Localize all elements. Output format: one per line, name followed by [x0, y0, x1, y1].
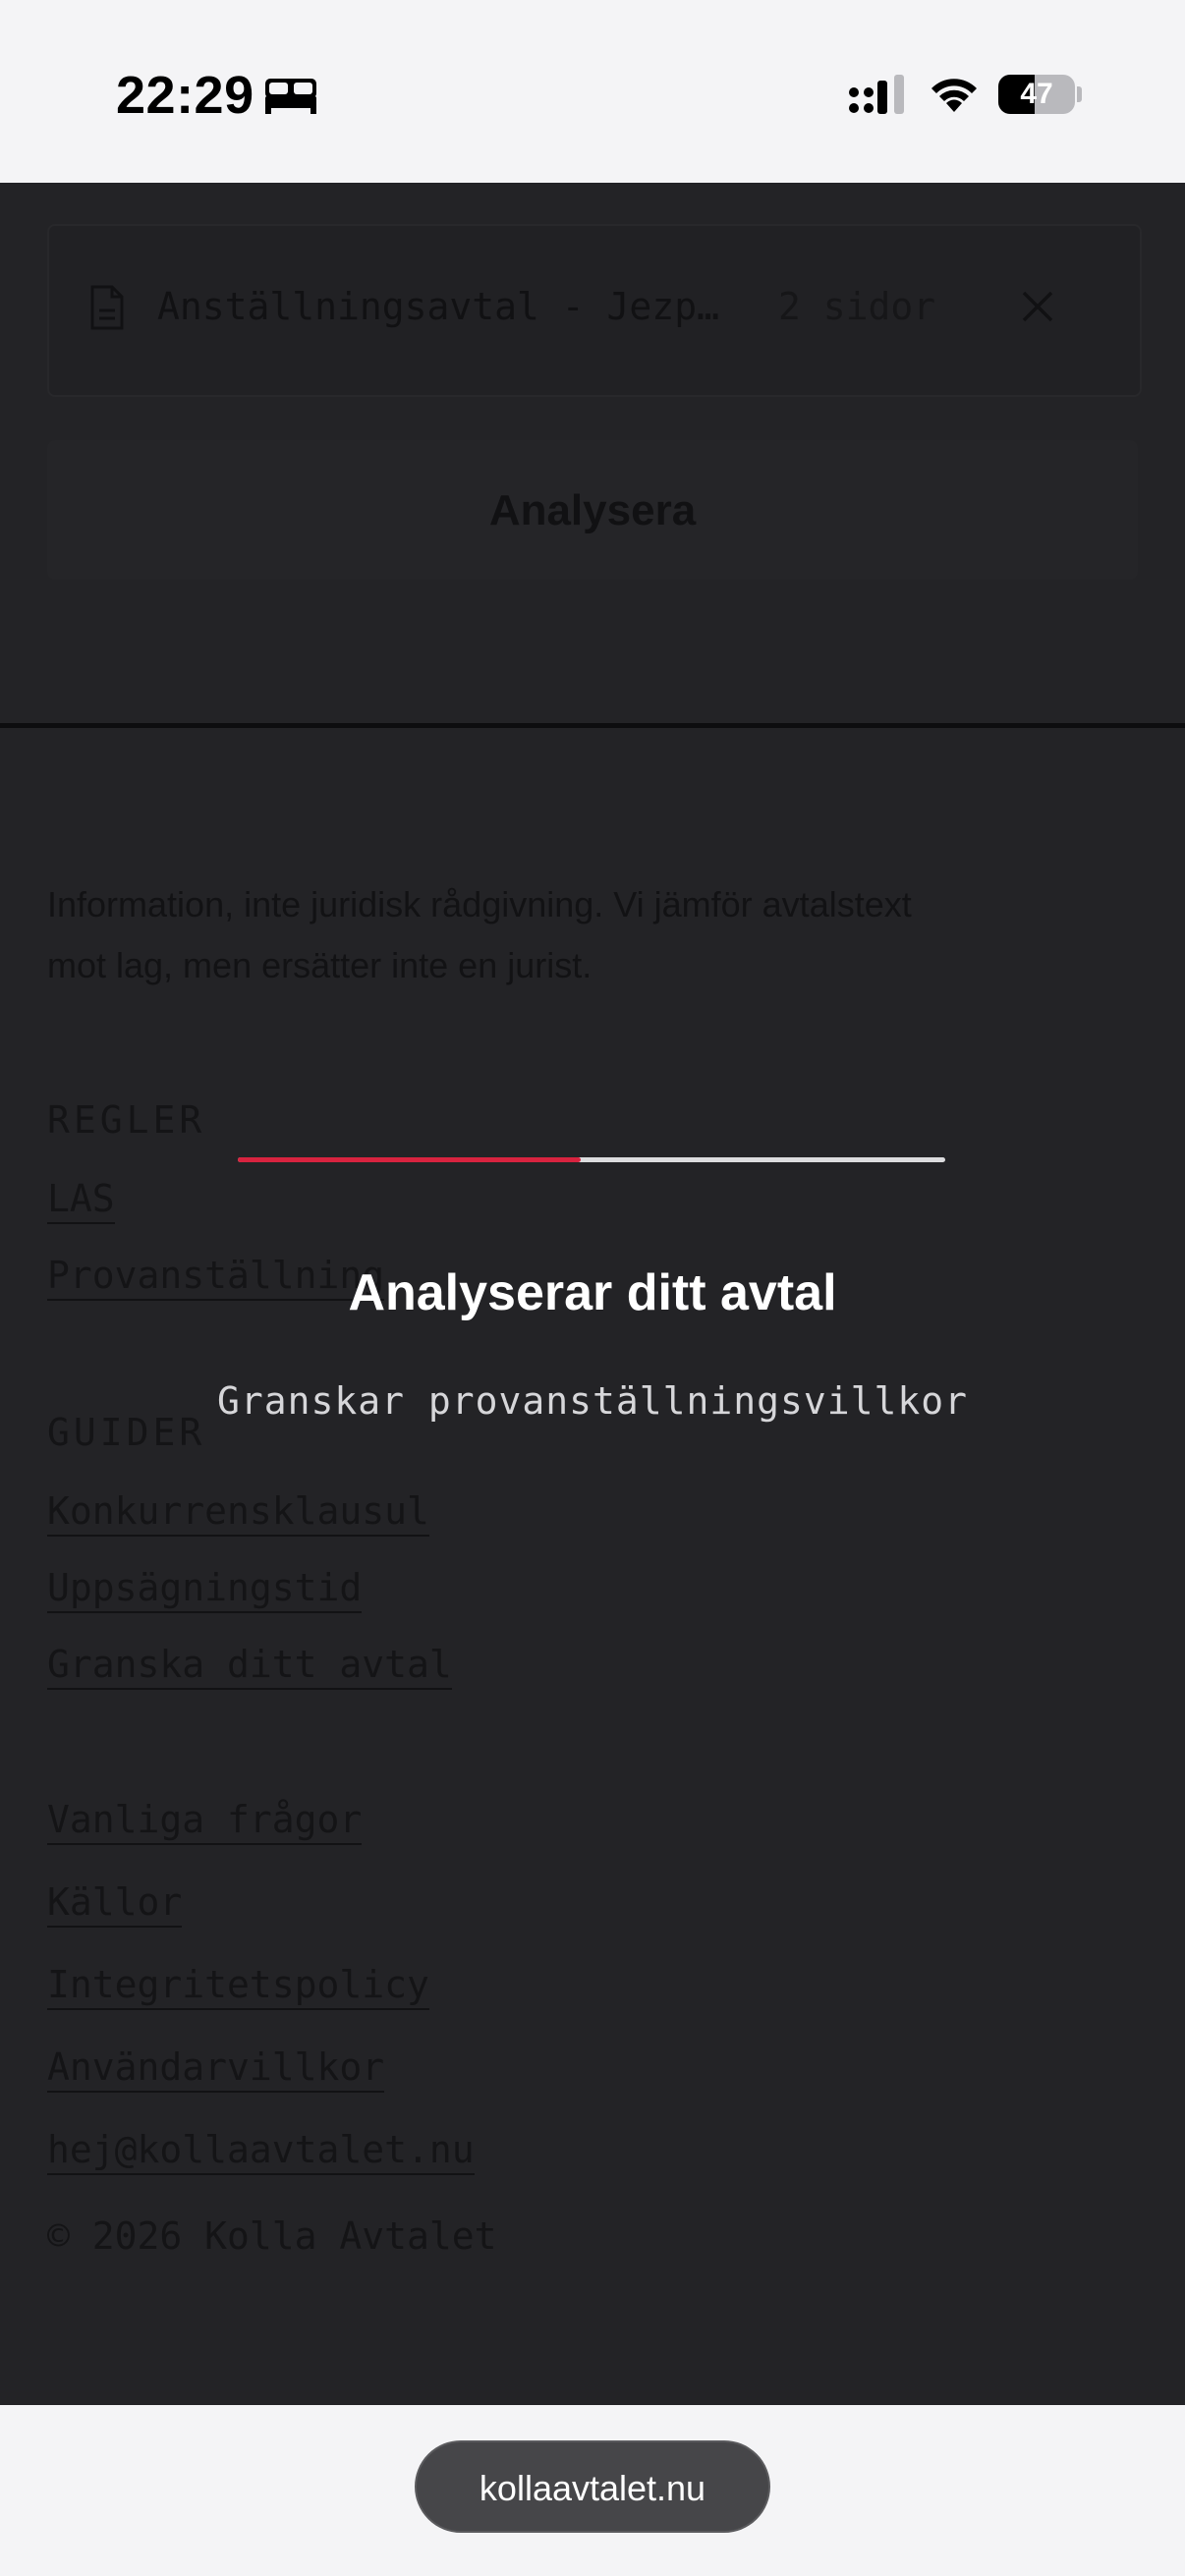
battery-level: 47 — [1020, 78, 1053, 110]
footer-link-granska-ditt-avtal[interactable]: Granska ditt avtal — [47, 1643, 452, 1690]
analysis-progress-bar — [238, 1157, 945, 1162]
section-divider — [0, 723, 1185, 728]
footer-link-privacy-policy[interactable]: Integritetspolicy — [47, 1963, 429, 2010]
analyze-button[interactable]: Analysera — [47, 440, 1138, 580]
footer-link-konkurrensklausul[interactable]: Konkurrensklausul — [47, 1489, 429, 1537]
footer-link-terms[interactable]: Användarvillkor — [47, 2045, 385, 2093]
remove-file-close-icon[interactable] — [1018, 287, 1057, 326]
footer-link-sources[interactable]: Källor — [47, 1880, 183, 1928]
battery-icon: 47 — [998, 75, 1075, 114]
copyright: © 2026 Kolla Avtalet — [47, 2214, 497, 2258]
file-page-count: 2 sidor — [778, 285, 936, 328]
overlay-status-text: Granskar provanställningsvillkor — [216, 1379, 969, 1423]
rules-heading: REGLER — [47, 1098, 206, 1142]
battery-cap — [1077, 86, 1082, 102]
footer-link-email[interactable]: hej@kollaavtalet.nu — [47, 2128, 475, 2175]
overlay-title: Analyserar ditt avtal — [348, 1264, 837, 1321]
document-icon — [90, 285, 124, 330]
footer-link-uppsagningstid[interactable]: Uppsägningstid — [47, 1566, 363, 1613]
uploaded-file-chip: Anställningsavtal - Jezp… 2 sidor — [47, 224, 1142, 397]
file-name: Anställningsavtal - Jezp… — [157, 285, 719, 328]
cellular-signal-icon — [849, 75, 904, 114]
url-address-pill[interactable]: kollaavtalet.nu — [415, 2440, 770, 2533]
footer-link-las[interactable]: LAS — [47, 1177, 115, 1224]
footer-link-faq[interactable]: Vanliga frågor — [47, 1798, 363, 1845]
analysis-progress-fill — [238, 1157, 582, 1162]
browser-bottom-bar: kollaavtalet.nu — [0, 2405, 1185, 2576]
status-time: 22:29 — [116, 66, 254, 125]
bed-icon — [265, 79, 316, 114]
status-bar: 22:29 47 — [0, 0, 1185, 183]
legal-disclaimer: Information, inte juridisk rådgivning. V… — [47, 884, 912, 985]
wifi-icon — [931, 79, 977, 112]
